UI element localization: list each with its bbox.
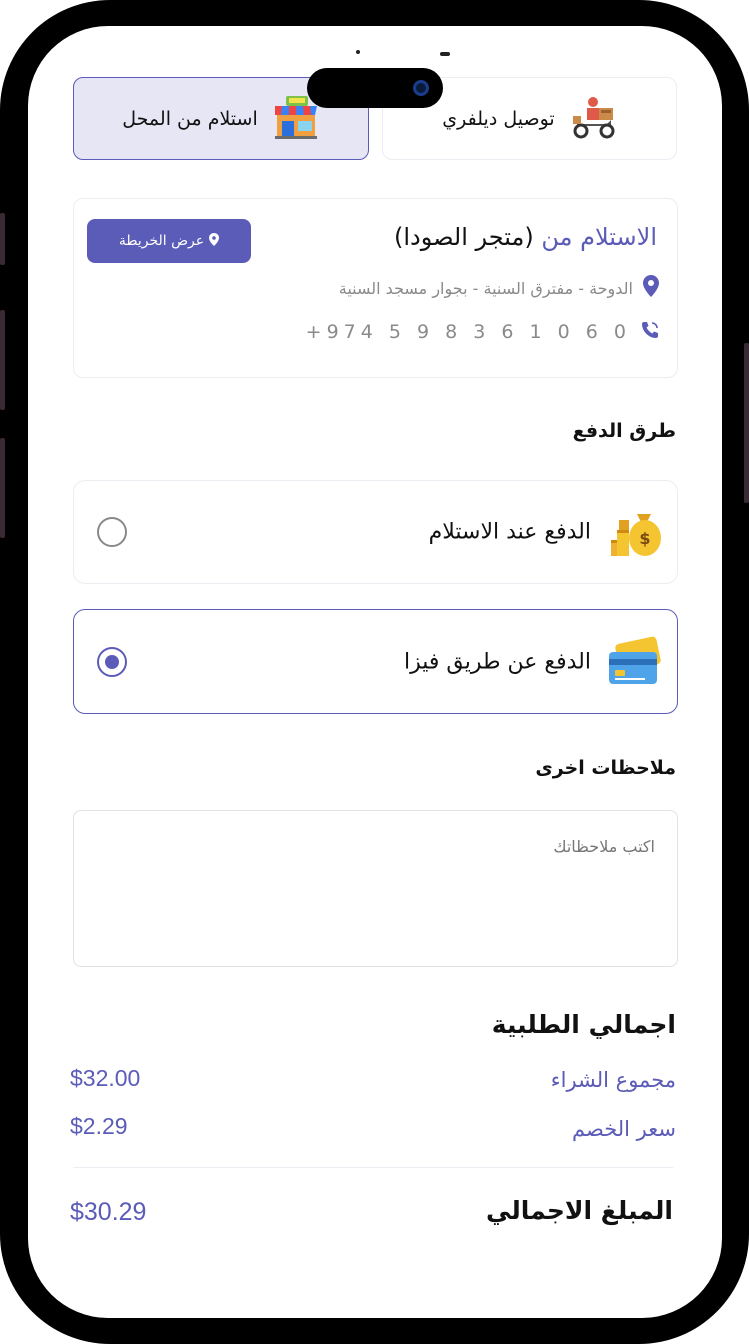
- summary-divider: [73, 1167, 673, 1168]
- payment-option-visa[interactable]: الدفع عن طريق فيزا: [73, 609, 678, 714]
- payment-section-title: طرق الدفع: [572, 420, 676, 442]
- pickup-option-label: استلام من المحل: [122, 107, 258, 130]
- discount-value: $2.29: [70, 1113, 128, 1139]
- status-bar-fragment: [356, 50, 360, 54]
- store-card: الاستلام من (متجر الصودا) عرض الخريطة ال…: [73, 198, 678, 378]
- money-bag-icon: $: [607, 506, 661, 558]
- location-pin-icon: [643, 275, 659, 301]
- dynamic-island: [307, 68, 443, 108]
- side-button-power: [744, 343, 749, 503]
- notes-section-title: ملاحظات اخرى: [535, 757, 676, 779]
- pickup-prefix: الاستلام من: [541, 223, 657, 251]
- total-label: المبلغ الاجمالي: [486, 1196, 673, 1225]
- delivery-option-label: توصيل ديلفري: [442, 107, 555, 130]
- payment-visa-radio[interactable]: [97, 646, 127, 677]
- discount-label: سعر الخصم: [572, 1117, 676, 1141]
- phone-icon: [641, 321, 659, 343]
- store-title: الاستلام من (متجر الصودا): [394, 223, 657, 251]
- store-address-row: الدوحة - مفترق السنية - بجوار مسجد السني…: [339, 275, 659, 301]
- side-button-silent: [0, 213, 5, 265]
- credit-card-icon: [607, 636, 661, 688]
- payment-option-cash-label: الدفع عند الاستلام: [428, 519, 591, 545]
- status-bar-fragment: [440, 52, 450, 56]
- store-phone[interactable]: +974 5 9 8 3 6 1 0 6 0: [306, 321, 631, 343]
- store-address: الدوحة - مفترق السنية - بجوار مسجد السني…: [338, 278, 633, 298]
- payment-cash-radio[interactable]: [97, 517, 127, 547]
- total-value: $30.29: [70, 1198, 147, 1226]
- side-button-volume-down: [0, 438, 5, 538]
- map-pin-icon: [209, 232, 220, 250]
- subtotal-label: مجموع الشراء: [550, 1068, 676, 1092]
- order-summary-title: اجمالي الطلبية: [491, 1010, 676, 1039]
- delivery-scooter-icon: [569, 94, 617, 144]
- payment-option-cash[interactable]: $ الدفع عند الاستلام: [73, 480, 678, 584]
- view-map-button-label: عرض الخريطة: [118, 233, 205, 249]
- store-name: (متجر الصودا): [393, 223, 534, 251]
- notes-input[interactable]: [73, 810, 678, 967]
- payment-option-visa-label: الدفع عن طريق فيزا: [404, 649, 591, 674]
- svg-text:$: $: [639, 529, 650, 548]
- side-button-volume-up: [0, 310, 5, 410]
- view-map-button[interactable]: عرض الخريطة: [87, 219, 251, 263]
- store-phone-row: +974 5 9 8 3 6 1 0 6 0: [306, 321, 659, 343]
- subtotal-value: $32.00: [70, 1065, 141, 1091]
- camera-icon: [413, 80, 429, 96]
